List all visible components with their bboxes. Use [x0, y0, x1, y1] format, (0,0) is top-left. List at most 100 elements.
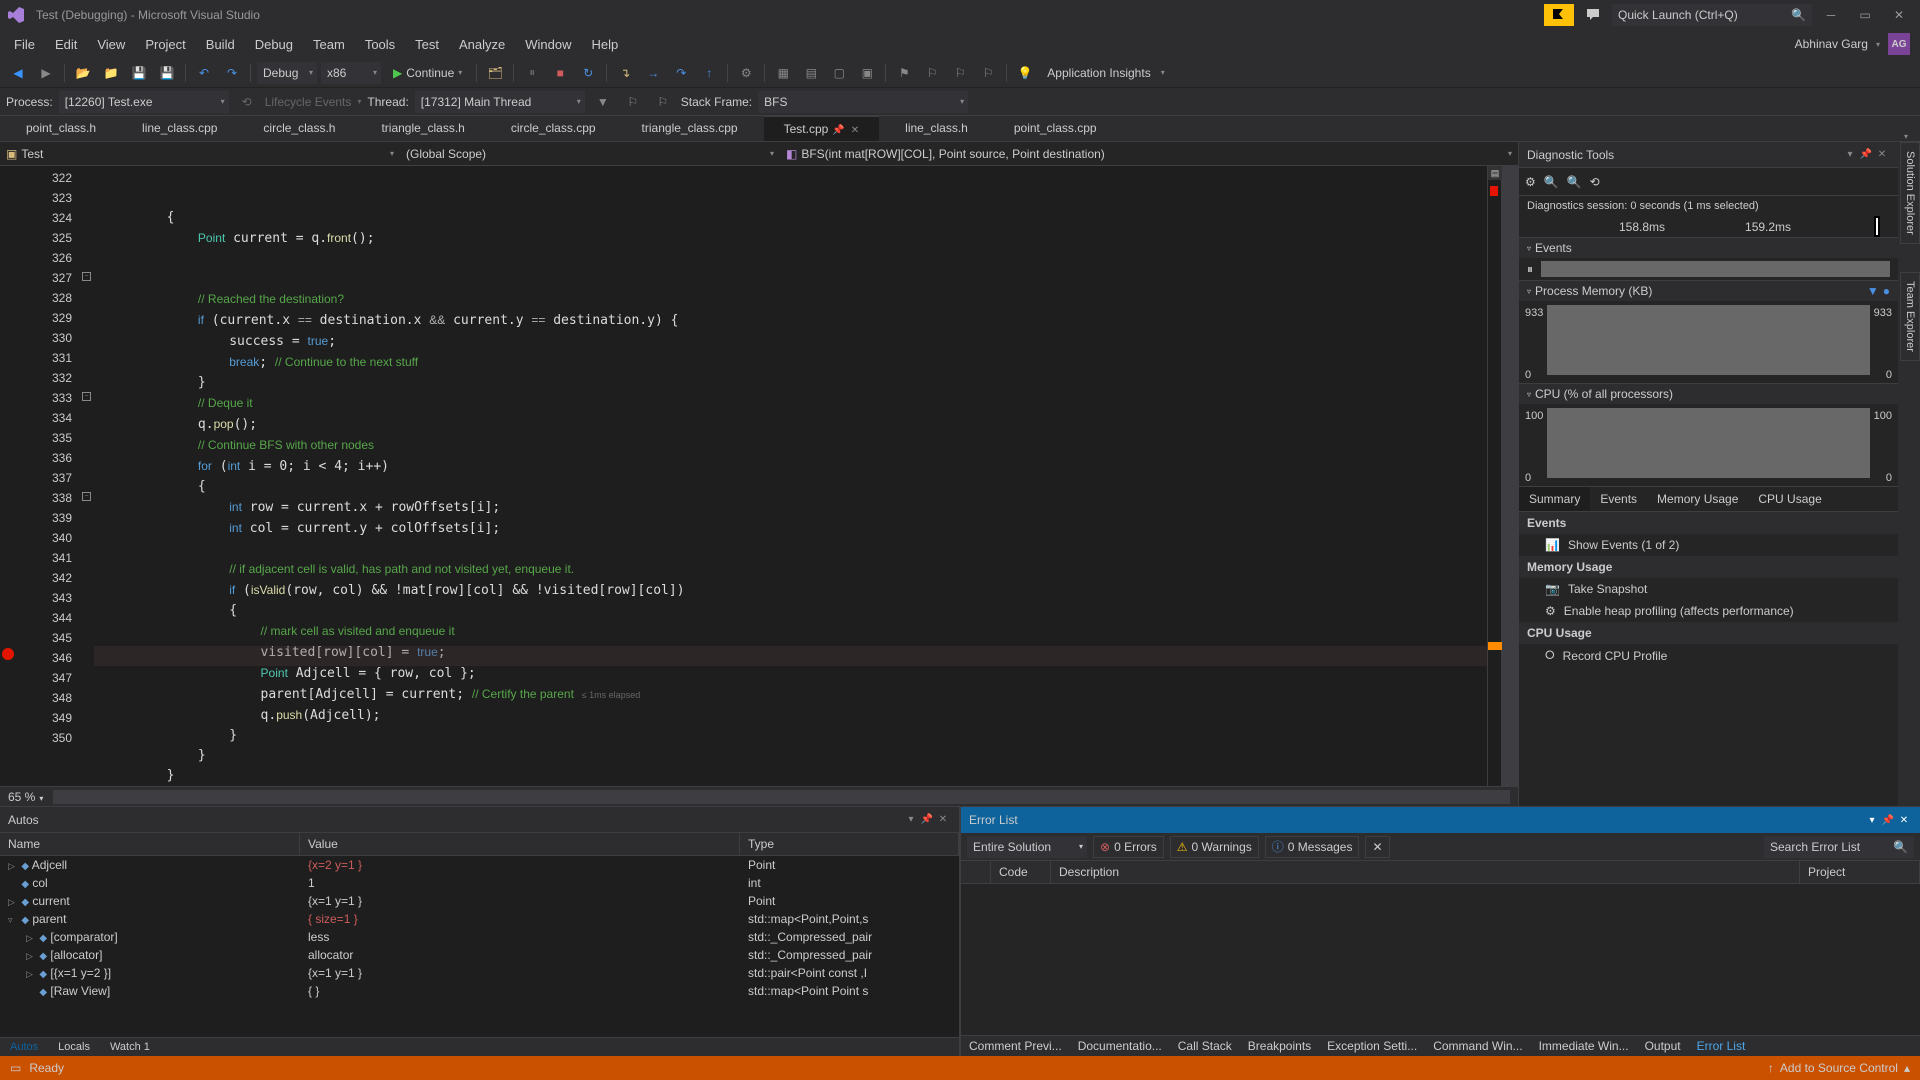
col-project[interactable]: Project — [1800, 861, 1920, 883]
memory-graph[interactable] — [1547, 305, 1870, 375]
diag-tab[interactable]: Events — [1590, 487, 1647, 511]
lightbulb-icon[interactable]: 💡 — [1013, 61, 1037, 85]
user-avatar[interactable]: AG — [1888, 33, 1910, 55]
col-icon[interactable] — [961, 861, 991, 883]
diag-tab[interactable]: Memory Usage — [1647, 487, 1748, 511]
warnings-filter[interactable]: ⚠0 Warnings — [1170, 836, 1259, 858]
col-description[interactable]: Description — [1051, 861, 1800, 883]
app-insights-button[interactable]: Application Insights — [1041, 66, 1156, 80]
reset-zoom-icon[interactable]: ⟲ — [1590, 175, 1600, 189]
team-explorer-tab[interactable]: Team Explorer — [1900, 272, 1920, 361]
autos-row[interactable]: ▷ ◆ [comparator]lessstd::_Compressed_pai… — [0, 928, 959, 946]
file-tab[interactable]: triangle_class.cpp — [622, 116, 758, 141]
hot-reload-icon[interactable]: 🗂 — [483, 61, 507, 85]
menu-project[interactable]: Project — [135, 33, 195, 56]
close-tab-icon[interactable]: ✕ — [851, 125, 859, 136]
publish-icon[interactable]: ↑ — [1768, 1061, 1774, 1075]
continue-button[interactable]: ▶ Continue ▾ — [385, 61, 470, 85]
zoom-in-icon[interactable]: 🔍 — [1544, 175, 1559, 189]
close-panel-icon[interactable]: ✕ — [1874, 149, 1890, 160]
save-all-button[interactable]: 💾 — [155, 61, 179, 85]
file-tab[interactable]: line_class.h — [885, 116, 988, 141]
gear-icon[interactable]: ⚙ — [1525, 175, 1536, 189]
diag-cursor[interactable] — [1874, 216, 1880, 237]
nav-scope-dropdown[interactable]: (Global Scope) — [400, 147, 780, 161]
autos-row[interactable]: ▷ ◆ current{x=1 y=1 }Point — [0, 892, 959, 910]
source-control-button[interactable]: Add to Source Control — [1780, 1061, 1898, 1075]
autos-row[interactable]: ▷ ◆ Adjcell{x=2 y=1 }Point — [0, 856, 959, 874]
output-tab[interactable]: Exception Setti... — [1319, 1036, 1425, 1056]
autos-row[interactable]: ▷ ◆ [{x=1 y=2 }]{x=1 y=1 }std::pair<Poin… — [0, 964, 959, 982]
uncomment-icon[interactable]: ▤ — [799, 61, 823, 85]
autos-grid[interactable]: Name Value Type ▷ ◆ Adjcell{x=2 y=1 }Poi… — [0, 833, 959, 1037]
lifecycle-label[interactable]: Lifecycle Events — [265, 95, 352, 109]
menu-debug[interactable]: Debug — [245, 33, 303, 56]
diag-ruler[interactable]: 158.8ms 159.2ms — [1519, 216, 1898, 238]
autos-tab[interactable]: Autos — [0, 1038, 48, 1056]
flag2-icon[interactable]: ⚐ — [920, 61, 944, 85]
autos-row[interactable]: ◆ [Raw View]{ }std::map<Point Point s — [0, 982, 959, 1000]
step-over-button[interactable]: ↷ — [669, 61, 693, 85]
minimize-button[interactable]: ─ — [1816, 4, 1846, 26]
solution-explorer-tab[interactable]: Solution Explorer — [1900, 142, 1920, 244]
marker-circle-icon[interactable]: ● — [1883, 284, 1890, 298]
flag-icon[interactable]: ⚑ — [892, 61, 916, 85]
cycle-icon[interactable]: ⟲ — [235, 90, 259, 114]
code-editor[interactable]: 3223233243253263273283293303313323333343… — [0, 166, 1518, 786]
memory-header[interactable]: Process Memory (KB) — [1535, 284, 1652, 298]
overview-ruler[interactable]: ▤ — [1487, 166, 1501, 786]
output-tab[interactable]: Comment Previ... — [961, 1036, 1070, 1056]
process-dropdown[interactable]: [12260] Test.exe — [59, 91, 229, 113]
autos-row[interactable]: ◆ col1int — [0, 874, 959, 892]
col-type-header[interactable]: Type — [740, 833, 959, 855]
fold-box-icon[interactable]: − — [82, 272, 91, 281]
nav-member-dropdown[interactable]: ◧BFS(int mat[ROW][COL], Point source, Po… — [780, 147, 1518, 161]
build-intellisense-filter[interactable]: ✕ — [1365, 836, 1389, 858]
enable-heap-button[interactable]: ⚙Enable heap profiling (affects performa… — [1519, 600, 1898, 622]
menu-file[interactable]: File — [4, 33, 45, 56]
chevron-down-icon[interactable]: ▾ — [1876, 40, 1880, 49]
menu-help[interactable]: Help — [582, 33, 629, 56]
chevron-up-icon[interactable]: ▴ — [1904, 1061, 1910, 1075]
output-tab[interactable]: Immediate Win... — [1531, 1036, 1637, 1056]
thread2-icon[interactable]: ⚐ — [651, 90, 675, 114]
redo-button[interactable]: ↷ — [220, 61, 244, 85]
fold-gutter[interactable]: − − − — [80, 166, 94, 786]
error-search-input[interactable]: Search Error List🔍 — [1764, 836, 1914, 858]
thread-icon[interactable]: ⚐ — [621, 90, 645, 114]
pin-icon[interactable]: 📌 — [919, 814, 935, 825]
panel-menu-icon[interactable]: ▾ — [1864, 815, 1880, 826]
col-code[interactable]: Code — [991, 861, 1051, 883]
close-button[interactable]: ✕ — [1884, 4, 1914, 26]
bookmark-icon[interactable]: ▢ — [827, 61, 851, 85]
menu-analyze[interactable]: Analyze — [449, 33, 515, 56]
user-name[interactable]: Abhinav Garg — [1795, 37, 1868, 51]
cpu-header[interactable]: CPU (% of all processors) — [1535, 387, 1673, 401]
flag4-icon[interactable]: ⚐ — [976, 61, 1000, 85]
file-tab[interactable]: point_class.cpp — [994, 116, 1117, 141]
panel-menu-icon[interactable]: ▾ — [903, 814, 919, 825]
autos-tab[interactable]: Watch 1 — [100, 1038, 160, 1056]
output-tab[interactable]: Output — [1637, 1036, 1689, 1056]
bookmark2-icon[interactable]: ▣ — [855, 61, 879, 85]
split-icon[interactable]: ▤ — [1488, 166, 1502, 180]
menu-edit[interactable]: Edit — [45, 33, 87, 56]
nav-back-button[interactable]: ◀ — [6, 61, 30, 85]
nav-fwd-button[interactable]: ▶ — [34, 61, 58, 85]
record-cpu-button[interactable]: ⭘Record CPU Profile — [1519, 644, 1898, 667]
breakpoint-gutter[interactable] — [0, 166, 20, 786]
fold-box-icon[interactable]: − — [82, 392, 91, 401]
pause-debug-button[interactable]: ⏸ — [520, 61, 544, 85]
flag3-icon[interactable]: ⚐ — [948, 61, 972, 85]
nav-project-dropdown[interactable]: ▣Test — [0, 147, 400, 161]
file-tab[interactable]: Test.cpp📌✕ — [764, 116, 880, 141]
tab-overflow-icon[interactable]: ▾ — [1904, 132, 1908, 141]
comment-icon[interactable]: ▦ — [771, 61, 795, 85]
take-snapshot-button[interactable]: 📷Take Snapshot — [1519, 578, 1898, 600]
restore-button[interactable]: ▭ — [1850, 4, 1880, 26]
autos-row[interactable]: ▷ ◆ [allocator]allocatorstd::_Compressed… — [0, 946, 959, 964]
pin-icon[interactable]: 📌 — [832, 125, 844, 136]
close-panel-icon[interactable]: ✕ — [935, 814, 951, 825]
restart-debug-button[interactable]: ↻ — [576, 61, 600, 85]
show-next-statement-button[interactable]: ↴ — [613, 61, 637, 85]
